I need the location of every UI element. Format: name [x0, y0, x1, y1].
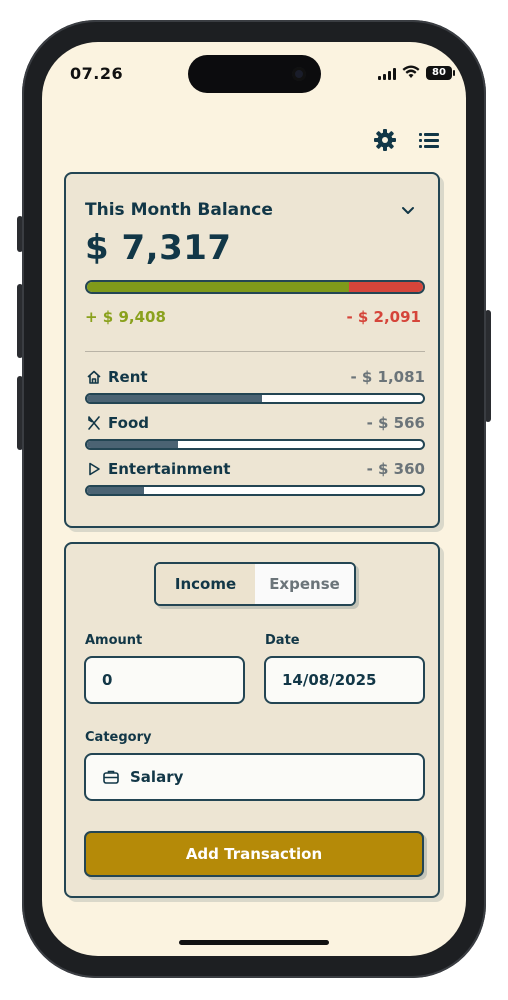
category-progress-fill	[87, 395, 262, 402]
category-amount: - $ 1,081	[350, 368, 425, 386]
date-value: 14/08/2025	[282, 671, 377, 689]
wifi-icon	[402, 65, 420, 78]
income-total: + $ 9,408	[85, 308, 166, 326]
tab-expense[interactable]: Expense	[255, 564, 354, 604]
category-select[interactable]: Salary	[84, 753, 425, 801]
category-progress-fill	[87, 487, 145, 494]
transaction-form: Income Expense Amount 0 Date 14/08/2025 …	[64, 542, 440, 898]
gear-icon	[374, 129, 396, 151]
camera-lens	[292, 67, 306, 81]
amount-field[interactable]: 0	[84, 656, 245, 704]
category-amount: - $ 360	[366, 460, 425, 478]
category-value: Salary	[130, 768, 184, 786]
category-progress	[85, 485, 425, 496]
add-transaction-button[interactable]: Add Transaction	[84, 831, 424, 877]
list-icon	[419, 133, 439, 148]
balance-card: This Month Balance $ 7,317 + $ 9,408 - $…	[64, 172, 440, 528]
date-field[interactable]: 14/08/2025	[264, 656, 425, 704]
balance-amount: $ 7,317	[85, 228, 232, 268]
category-amount: - $ 566	[366, 414, 425, 432]
category-field-label: Category	[85, 730, 152, 745]
fork-knife-icon	[85, 414, 103, 432]
category-label: Entertainment	[108, 460, 231, 478]
briefcase-icon	[102, 767, 122, 787]
amount-label: Amount	[85, 633, 143, 648]
divider	[85, 351, 425, 352]
type-toggle: Income Expense	[154, 562, 356, 606]
category-progress-fill	[87, 441, 178, 448]
income-bar-fill	[87, 282, 350, 292]
expense-bar-fill	[349, 282, 423, 292]
signal-icon	[378, 68, 396, 80]
expense-total: - $ 2,091	[346, 308, 421, 326]
home-indicator[interactable]	[179, 940, 329, 945]
tab-income[interactable]: Income	[156, 564, 255, 604]
category-row-rent[interactable]: Rent - $ 1,081	[85, 366, 425, 410]
status-time: 07.26	[70, 64, 124, 83]
settings-button[interactable]	[372, 127, 398, 153]
date-label: Date	[265, 633, 300, 648]
category-row-food[interactable]: Food - $ 566	[85, 412, 425, 456]
app-screen: 07.26 80 This Month Balance $ 7,317 + $ …	[42, 42, 466, 956]
play-icon	[85, 460, 103, 478]
amount-value: 0	[102, 671, 113, 689]
menu-button[interactable]	[416, 127, 442, 153]
category-label: Food	[108, 414, 149, 432]
battery-icon: 80	[426, 66, 455, 80]
home-icon	[85, 368, 103, 386]
chevron-down-icon[interactable]	[398, 200, 418, 220]
status-bar: 07.26 80	[42, 42, 466, 102]
balance-title: This Month Balance	[85, 200, 273, 220]
category-progress	[85, 439, 425, 450]
category-label: Rent	[108, 368, 148, 386]
category-row-entertainment[interactable]: Entertainment - $ 360	[85, 458, 425, 502]
income-expense-bar	[85, 280, 425, 294]
category-progress	[85, 393, 425, 404]
